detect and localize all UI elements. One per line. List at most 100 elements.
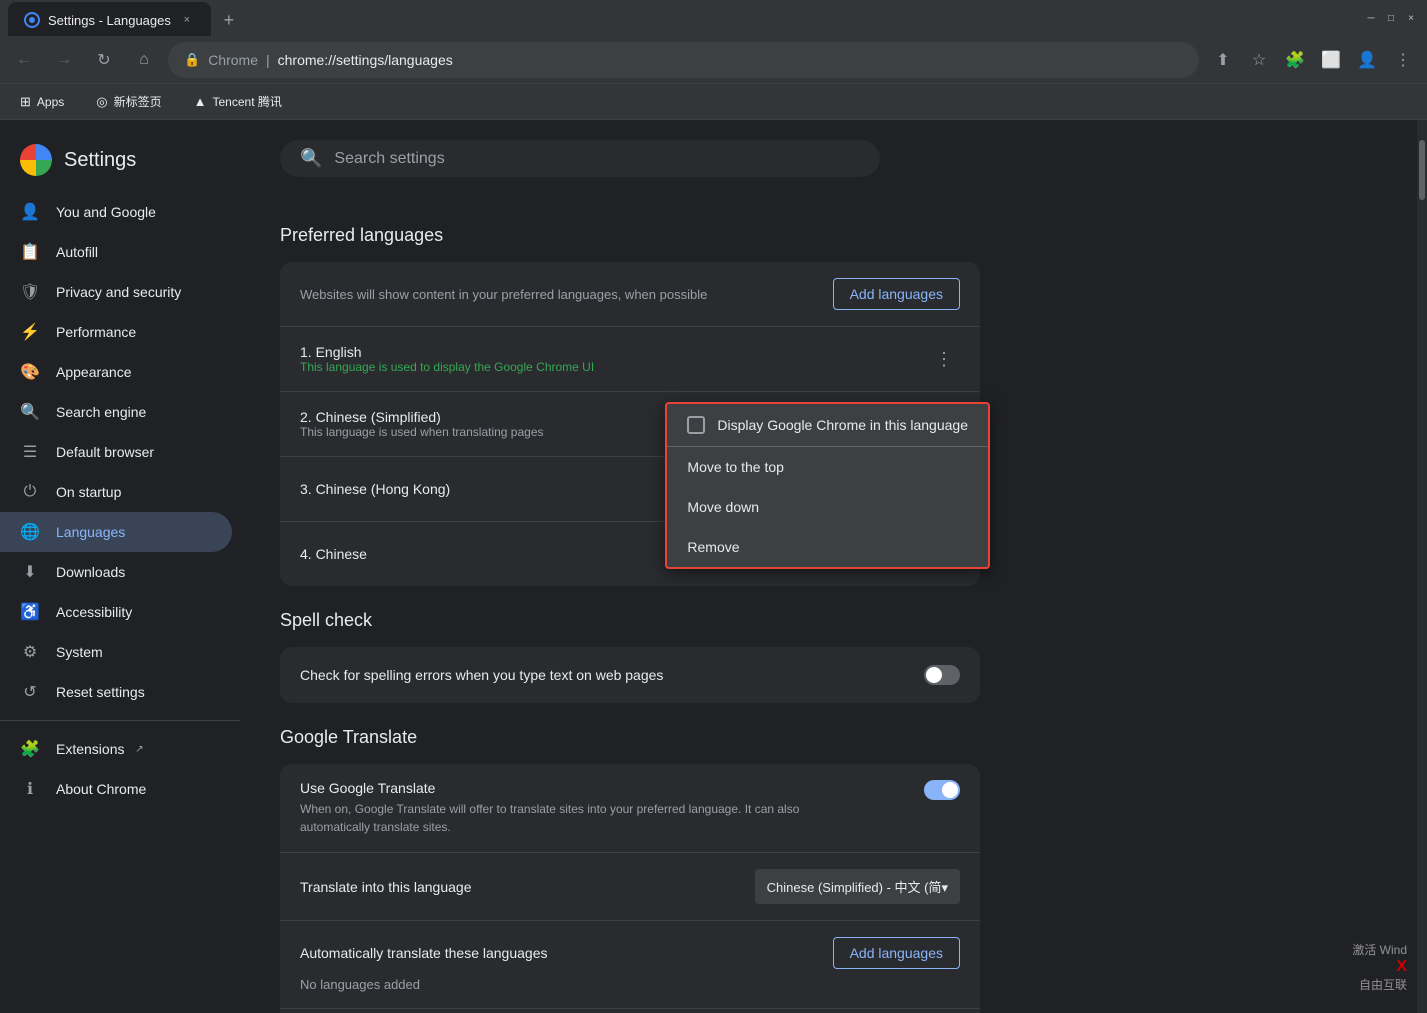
- content-area: Preferred languages Websites will show c…: [240, 201, 1020, 1013]
- back-button[interactable]: ←: [8, 44, 40, 76]
- sidebar-divider: [0, 720, 240, 721]
- system-icon: ⚙: [20, 642, 40, 662]
- lock-icon: 🔒: [184, 52, 200, 68]
- auto-translate-add-button[interactable]: Add languages: [833, 937, 960, 969]
- sidebar-label-extensions: Extensions: [56, 741, 124, 757]
- sidebar-label-system: System: [56, 644, 103, 660]
- remove-item[interactable]: Remove: [667, 527, 988, 567]
- use-translate-main: Use Google Translate When on, Google Tra…: [300, 780, 960, 836]
- sidebar-label-reset: Reset settings: [56, 684, 145, 700]
- extensions-label-group: Extensions ↗: [56, 741, 146, 757]
- use-translate-item: Use Google Translate When on, Google Tra…: [280, 764, 980, 853]
- sidebar-header: Settings: [0, 136, 240, 192]
- spell-check-toggle[interactable]: [924, 665, 960, 685]
- home-button[interactable]: ⌂: [128, 44, 160, 76]
- bookmark-tencent[interactable]: ▲ Tencent 腾讯: [186, 89, 290, 114]
- sidebar-item-accessibility[interactable]: ♿ Accessibility: [0, 592, 232, 632]
- sidebar-item-you-google[interactable]: 👤 You and Google: [0, 192, 232, 232]
- bookmark-newtab-label: 新标签页: [114, 93, 162, 110]
- sidebar-item-system[interactable]: ⚙ System: [0, 632, 232, 672]
- translate-into-row: Translate into this language Chinese (Si…: [300, 869, 960, 904]
- on-startup-icon: ⏻: [20, 482, 40, 502]
- tencent-icon: ▲: [194, 94, 207, 109]
- move-down-item[interactable]: Move down: [667, 487, 988, 527]
- bookmark-newtab[interactable]: ◎ 新标签页: [88, 89, 169, 114]
- translate-into-value: Chinese (Simplified) - 中文 (简▾: [767, 877, 948, 896]
- sidebar-item-performance[interactable]: ⚡ Performance: [0, 312, 232, 352]
- address-bar[interactable]: 🔒 Chrome | chrome://settings/languages: [168, 42, 1199, 78]
- tab-button[interactable]: ⬜: [1315, 44, 1347, 76]
- languages-description: Websites will show content in your prefe…: [300, 287, 707, 302]
- language-item-chinese-simplified: 2. Chinese (Simplified) This language is…: [280, 392, 980, 457]
- sidebar-item-autofill[interactable]: 📋 Autofill: [0, 232, 232, 272]
- window-controls: ─ □ ×: [1363, 10, 1419, 26]
- translate-card: Use Google Translate When on, Google Tra…: [280, 764, 980, 1013]
- english-menu-button[interactable]: ⋮: [928, 343, 960, 375]
- move-to-top-item[interactable]: Move to the top: [667, 447, 988, 487]
- sidebar-label-on-startup: On startup: [56, 484, 121, 500]
- minimize-button[interactable]: ─: [1363, 10, 1379, 26]
- sidebar-item-about-chrome[interactable]: ℹ About Chrome: [0, 769, 232, 809]
- reset-icon: ↺: [20, 682, 40, 702]
- bookmark-tencent-label: Tencent 腾讯: [213, 93, 282, 110]
- use-translate-toggle[interactable]: [924, 780, 960, 800]
- maximize-button[interactable]: □: [1383, 10, 1399, 26]
- bookmark-button[interactable]: ☆: [1243, 44, 1275, 76]
- translate-into-label: Translate into this language: [300, 879, 471, 895]
- new-tab-button[interactable]: +: [215, 6, 243, 34]
- sidebar-item-on-startup[interactable]: ⏻ On startup: [0, 472, 232, 512]
- sidebar-item-default-browser[interactable]: ☰ Default browser: [0, 432, 232, 472]
- sidebar-item-downloads[interactable]: ⬇ Downloads: [0, 552, 232, 592]
- sidebar-item-search-engine[interactable]: 🔍 Search engine: [0, 392, 232, 432]
- add-languages-button[interactable]: Add languages: [833, 278, 960, 310]
- search-input[interactable]: [334, 150, 860, 168]
- english-name: 1. English: [300, 344, 928, 360]
- nav-actions: ⬆ ☆ 🧩 ⬜ 👤 ⋮: [1207, 44, 1419, 76]
- menu-button[interactable]: ⋮: [1387, 44, 1419, 76]
- sidebar-item-languages[interactable]: 🌐 Languages: [0, 512, 232, 552]
- title-bar: Settings - Languages × + ─ □ ×: [0, 0, 1427, 36]
- accessibility-icon: ♿: [20, 602, 40, 622]
- close-button[interactable]: ×: [1403, 10, 1419, 26]
- use-translate-title: Use Google Translate: [300, 780, 800, 796]
- sidebar-label-privacy: Privacy and security: [56, 284, 181, 300]
- performance-icon: ⚡: [20, 322, 40, 342]
- chrome-logo: [20, 144, 52, 176]
- display-chrome-item[interactable]: Display Google Chrome in this language: [667, 404, 988, 447]
- search-bar[interactable]: 🔍: [280, 140, 880, 177]
- move-to-top-label: Move to the top: [687, 459, 784, 475]
- extensions-button[interactable]: 🧩: [1279, 44, 1311, 76]
- forward-button[interactable]: →: [48, 44, 80, 76]
- sidebar-item-appearance[interactable]: 🎨 Appearance: [0, 352, 232, 392]
- account-button[interactable]: 👤: [1351, 44, 1383, 76]
- sidebar-label-about-chrome: About Chrome: [56, 781, 146, 797]
- sidebar-label-downloads: Downloads: [56, 564, 125, 580]
- active-tab[interactable]: Settings - Languages ×: [8, 2, 211, 38]
- scrollbar-thumb: [1419, 140, 1425, 200]
- auto-translate-item: Automatically translate these languages …: [280, 921, 980, 1009]
- extensions-nav-icon: 🧩: [20, 739, 40, 759]
- sidebar-label-performance: Performance: [56, 324, 136, 340]
- refresh-button[interactable]: ↻: [88, 44, 120, 76]
- bookmark-apps[interactable]: ⊞ Apps: [12, 90, 72, 114]
- display-chrome-label: Display Google Chrome in this language: [717, 417, 968, 433]
- display-chrome-checkbox[interactable]: [687, 416, 705, 434]
- nav-bar: ← → ↻ ⌂ 🔒 Chrome | chrome://settings/lan…: [0, 36, 1427, 84]
- sidebar-item-extensions[interactable]: 🧩 Extensions ↗: [0, 729, 232, 769]
- newtab-icon: ◎: [96, 94, 107, 110]
- privacy-icon: 🛡: [20, 282, 40, 302]
- share-button[interactable]: ⬆: [1207, 44, 1239, 76]
- use-translate-desc: When on, Google Translate will offer to …: [300, 800, 800, 836]
- sidebar-item-reset-settings[interactable]: ↺ Reset settings: [0, 672, 232, 712]
- tab-close-button[interactable]: ×: [179, 12, 195, 28]
- languages-card-header: Websites will show content in your prefe…: [280, 262, 980, 327]
- sidebar-label-default-browser: Default browser: [56, 444, 154, 460]
- scrollbar-track[interactable]: [1417, 120, 1427, 1013]
- about-chrome-icon: ℹ: [20, 779, 40, 799]
- preferred-languages-section: Preferred languages Websites will show c…: [280, 225, 980, 586]
- search-icon: 🔍: [300, 148, 322, 169]
- browser-frame: Settings - Languages × + ─ □ × ← → ↻ ⌂ 🔒…: [0, 0, 1427, 1013]
- apps-icon: ⊞: [20, 94, 31, 110]
- translate-into-select[interactable]: Chinese (Simplified) - 中文 (简▾: [755, 869, 960, 904]
- sidebar-item-privacy-security[interactable]: 🛡 Privacy and security: [0, 272, 232, 312]
